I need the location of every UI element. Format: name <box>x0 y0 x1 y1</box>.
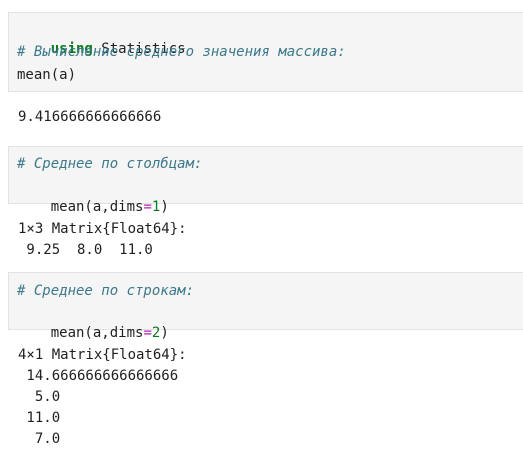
code-comment: # Среднее по столбцам: <box>17 156 203 172</box>
operator: = <box>143 325 152 341</box>
code-cell-3-input[interactable]: # Среднее по строкам: mean(a,dims=2) <box>8 272 523 341</box>
cell-3-output-line: 14.666666666666666 <box>18 368 179 384</box>
cell-2-output-line: 9.25 8.0 11.0 <box>18 242 153 258</box>
code-text: ) <box>160 199 169 215</box>
code-line: mean(a,dims=2) <box>17 303 169 341</box>
cell-3-output-line: 5.0 <box>18 389 61 405</box>
code-comment: # Среднее по строкам: <box>17 283 195 299</box>
code-text: ) <box>160 325 169 341</box>
code-text: mean(a,dims <box>50 325 144 341</box>
cell-2-output-line: 1×3 Matrix{Float64}: <box>18 221 187 237</box>
cell-1-output-line: 9.416666666666666 <box>18 109 162 125</box>
cell-3-output-line: 7.0 <box>18 431 61 447</box>
cell-3-output-line: 4×1 Matrix{Float64}: <box>18 347 187 363</box>
cell-3-output-line: 11.0 <box>18 410 61 426</box>
code-comment: # Вычисление среднего значения массива: <box>17 44 346 60</box>
code-cell-2-input[interactable]: # Среднее по столбцам: mean(a,dims=1) <box>8 146 523 215</box>
code-cell-1-input[interactable]: using Statistics # Вычисление среднего з… <box>8 12 523 92</box>
code-text: mean(a,dims <box>50 199 144 215</box>
code-line: using Statistics <box>17 19 186 57</box>
code-line: mean(a) <box>17 67 77 83</box>
operator: = <box>143 199 152 215</box>
code-line: mean(a,dims=1) <box>17 177 169 215</box>
